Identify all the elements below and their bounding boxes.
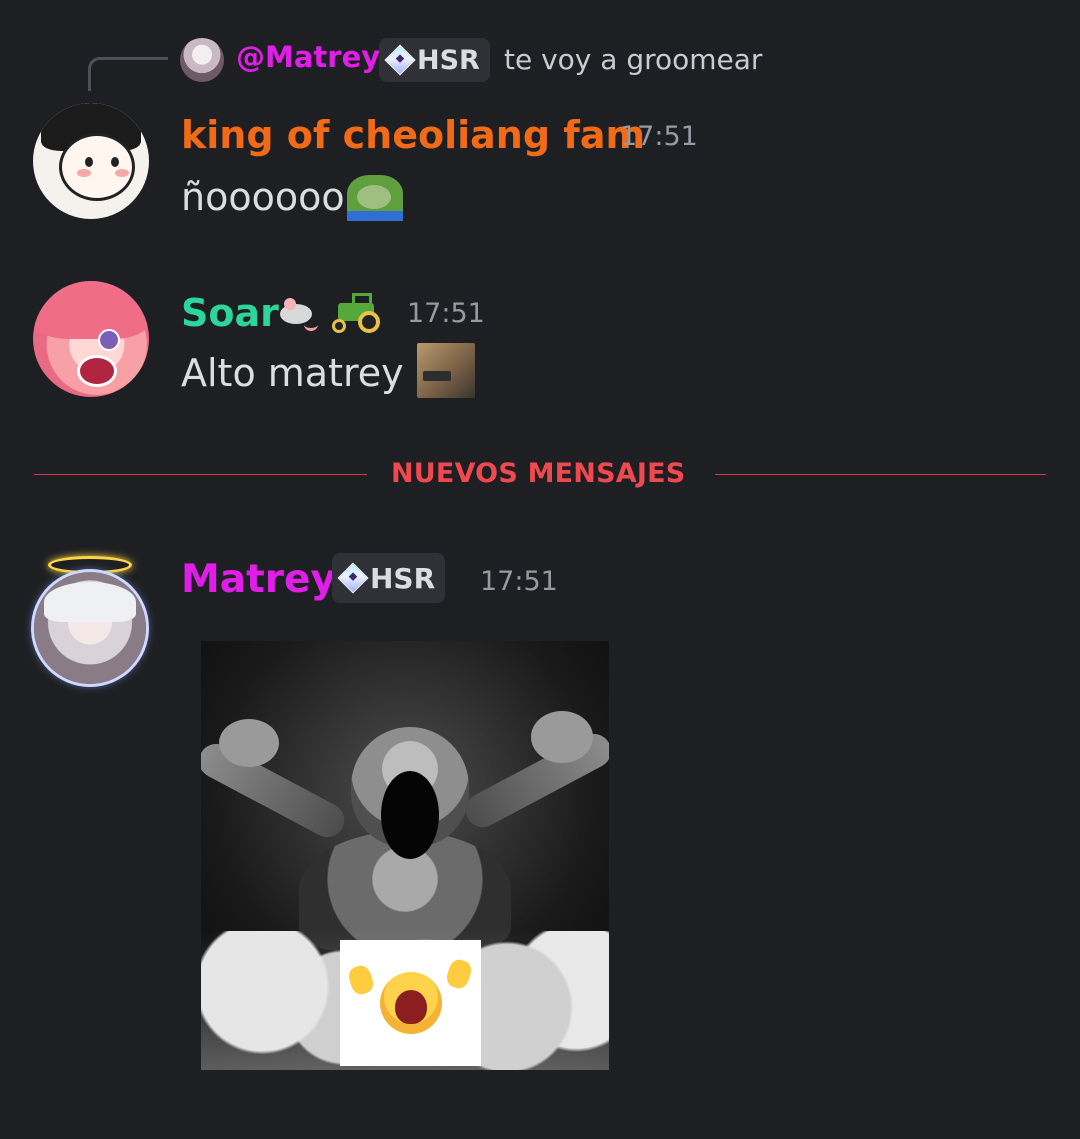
avatar-eye [111,157,119,167]
diamond-icon [337,562,369,594]
avatar-hair [44,582,136,622]
message-author-name[interactable]: king of cheoliang fam [181,113,645,157]
avatar-blush [77,169,91,177]
reply-username[interactable]: @Matrey [236,40,380,74]
statue-hand [219,719,279,767]
reply-avatar[interactable] [180,38,224,82]
reply-connector-line [88,57,168,91]
avatar-eye [98,329,120,351]
avatar[interactable] [33,281,149,397]
raised-hand-icon [444,957,474,991]
statue-hand [531,711,593,763]
avatar-mouth [77,355,117,387]
diamond-icon [384,44,416,76]
reply-role-tag-label: HSR [417,44,480,76]
crying-mouth [395,990,427,1024]
message-text: Alto matrey [181,351,404,395]
message-timestamp: 17:51 [480,566,558,597]
avatar-face [59,133,135,201]
role-tag-label: HSR [370,561,436,595]
new-messages-divider-line-left [34,474,367,475]
avatar-eye [85,157,93,167]
avatar-blush [115,169,129,177]
new-messages-divider-line-right [715,474,1046,475]
tractor-icon [328,293,382,335]
gun-pointing-emoji[interactable] [417,343,475,398]
reply-role-tag[interactable]: HSR [379,38,490,82]
message-author-name[interactable]: Matrey [181,557,336,602]
rat-icon [276,294,318,332]
message-timestamp: 17:51 [407,298,485,329]
image-attachment[interactable] [201,641,609,1070]
avatar-hair [33,281,149,339]
avatar[interactable] [33,103,149,219]
reply-message-text[interactable]: te voy a groomear [504,43,762,76]
statue-mouth [381,771,439,859]
frog-emoji[interactable] [347,175,403,221]
message-text: ñoooooo [181,175,345,219]
avatar[interactable] [30,556,150,684]
message-author-name[interactable]: Soar [181,291,279,335]
raised-hand-icon [346,963,376,997]
message-timestamp: 17:51 [620,121,698,152]
new-messages-divider-label: NUEVOS MENSAJES [391,458,686,489]
crying-face-inset [340,940,481,1066]
role-tag[interactable]: HSR [332,553,446,603]
